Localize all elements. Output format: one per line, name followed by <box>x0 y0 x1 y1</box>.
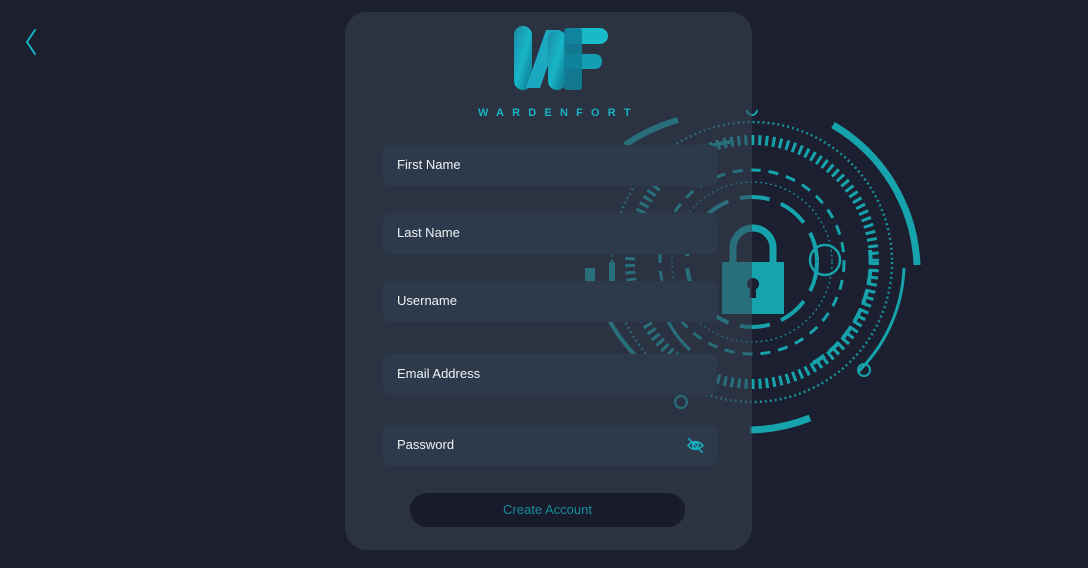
username-field[interactable]: Username <box>383 281 717 322</box>
username-label: Username <box>397 293 457 308</box>
brand-wordmark: WARDENFORT <box>478 107 639 119</box>
eye-off-icon[interactable] <box>686 436 705 455</box>
last-name-field[interactable]: Last Name <box>383 213 717 254</box>
email-label: Email Address <box>397 366 481 381</box>
last-name-label: Last Name <box>397 225 460 240</box>
email-field[interactable]: Email Address <box>383 354 717 395</box>
password-label: Password <box>397 437 455 452</box>
password-field[interactable]: Password <box>383 425 717 466</box>
first-name-label: First Name <box>397 157 461 172</box>
wardenfort-logo-icon <box>514 26 608 90</box>
first-name-field[interactable]: First Name <box>383 145 717 186</box>
back-chevron-left-icon[interactable] <box>18 26 46 58</box>
create-account-button[interactable]: Create Account <box>410 493 685 527</box>
